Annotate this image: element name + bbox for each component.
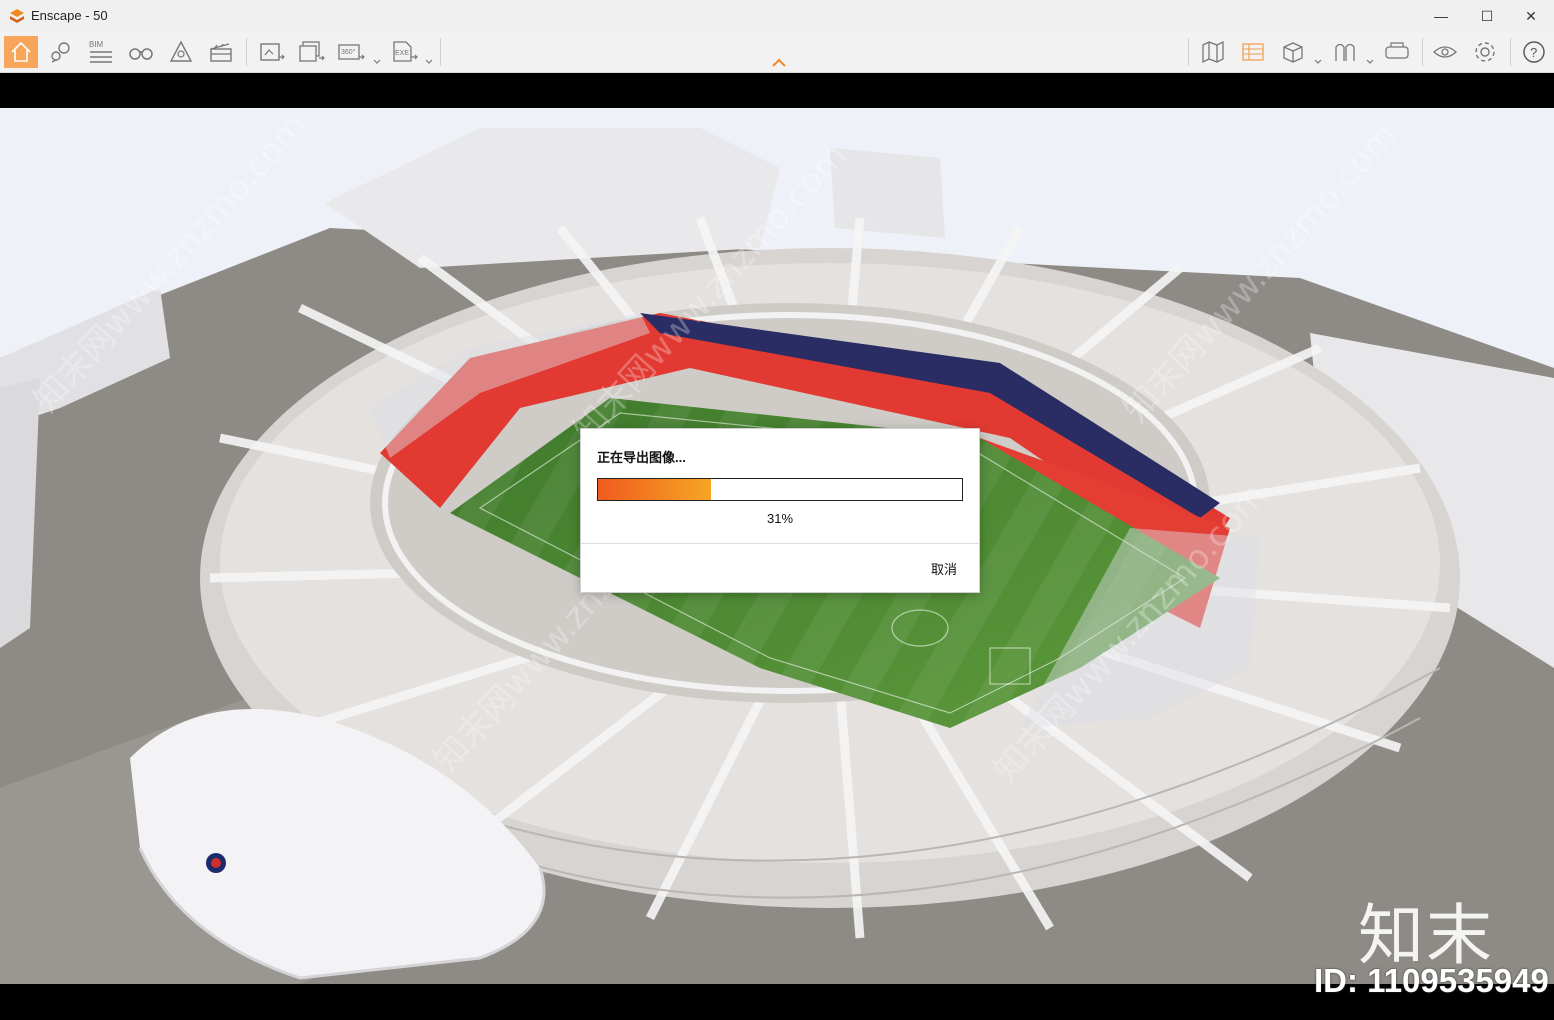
asset-library-button[interactable] [164, 36, 198, 68]
map-button[interactable] [1196, 36, 1230, 68]
chevron-down-icon[interactable] [1314, 58, 1322, 66]
toolbar-divider [1188, 38, 1189, 66]
vr-headset-button[interactable] [1380, 36, 1414, 68]
gear-icon [1475, 42, 1495, 62]
settings-panel-button[interactable] [1236, 36, 1270, 68]
export-exe-icon: EXE [393, 41, 418, 62]
progress-percentage: 31% [766, 511, 794, 526]
chevron-down-icon[interactable] [373, 58, 381, 66]
views-button[interactable] [44, 36, 78, 68]
export-progress-dialog: 正在导出图像... 31% 取消 [580, 428, 980, 593]
panorama-360-icon: 360° [338, 44, 365, 60]
video-editor-icon [210, 43, 232, 62]
video-editor-button[interactable] [204, 36, 238, 68]
chevron-down-icon[interactable] [1366, 58, 1374, 66]
settings-panel-icon [1242, 43, 1264, 61]
maximize-button[interactable]: ☐ [1464, 0, 1510, 32]
id-watermark: ID: 1109535949 [1314, 962, 1549, 999]
export-progress-bar [597, 478, 963, 501]
bim-icon: BIM [89, 40, 112, 63]
screenshot-icon [260, 43, 285, 61]
screenshot-button[interactable] [254, 36, 288, 68]
chevron-up-icon[interactable] [771, 58, 787, 68]
window-title: Enscape - 50 [31, 8, 108, 23]
visibility-button[interactable] [1428, 36, 1462, 68]
batch-render-icon [299, 41, 325, 62]
svg-text:360°: 360° [341, 48, 356, 56]
svg-text:EXE: EXE [395, 50, 409, 57]
progress-fill [598, 479, 711, 500]
enscape-toolbar: BIM 360° EXE ? [0, 32, 1554, 73]
title-bar: Enscape - 50 — ☐ ✕ [0, 0, 1554, 33]
view-mode-button[interactable] [1276, 36, 1310, 68]
dialog-divider [581, 543, 979, 544]
export-exe-button[interactable]: EXE [388, 36, 422, 68]
svg-text:?: ? [1530, 45, 1537, 60]
toolbar-divider [440, 38, 441, 66]
view-mode-icon [1283, 42, 1303, 63]
toolbar-divider [246, 38, 247, 66]
home-icon [11, 41, 31, 62]
batch-render-button[interactable] [294, 36, 328, 68]
bim-button[interactable]: BIM [84, 36, 118, 68]
map-icon [1202, 40, 1224, 64]
minimize-button[interactable]: — [1418, 0, 1464, 32]
help-icon: ? [1523, 41, 1545, 63]
cancel-button[interactable]: 取消 [931, 559, 957, 578]
binoculars-icon [129, 48, 153, 60]
close-button[interactable]: ✕ [1508, 0, 1554, 32]
asset-library-icon [169, 40, 193, 62]
ribbon-icon [1335, 43, 1355, 61]
help-button[interactable]: ? [1517, 36, 1551, 68]
svg-text:BIM: BIM [89, 40, 104, 49]
chevron-down-icon[interactable] [425, 58, 433, 66]
dialog-title: 正在导出图像... [597, 450, 686, 465]
binoculars-button[interactable] [124, 36, 158, 68]
settings-button[interactable] [1468, 36, 1502, 68]
toolbar-divider [1422, 38, 1423, 66]
panorama-button[interactable]: 360° [334, 36, 368, 68]
visibility-icon [1433, 46, 1457, 58]
home-button[interactable] [4, 36, 38, 68]
vr-headset-icon [1385, 42, 1409, 59]
toolbar-divider [1510, 38, 1511, 66]
ribbon-button[interactable] [1328, 36, 1362, 68]
views-pin-icon [51, 42, 70, 63]
enscape-logo-icon [10, 9, 24, 23]
